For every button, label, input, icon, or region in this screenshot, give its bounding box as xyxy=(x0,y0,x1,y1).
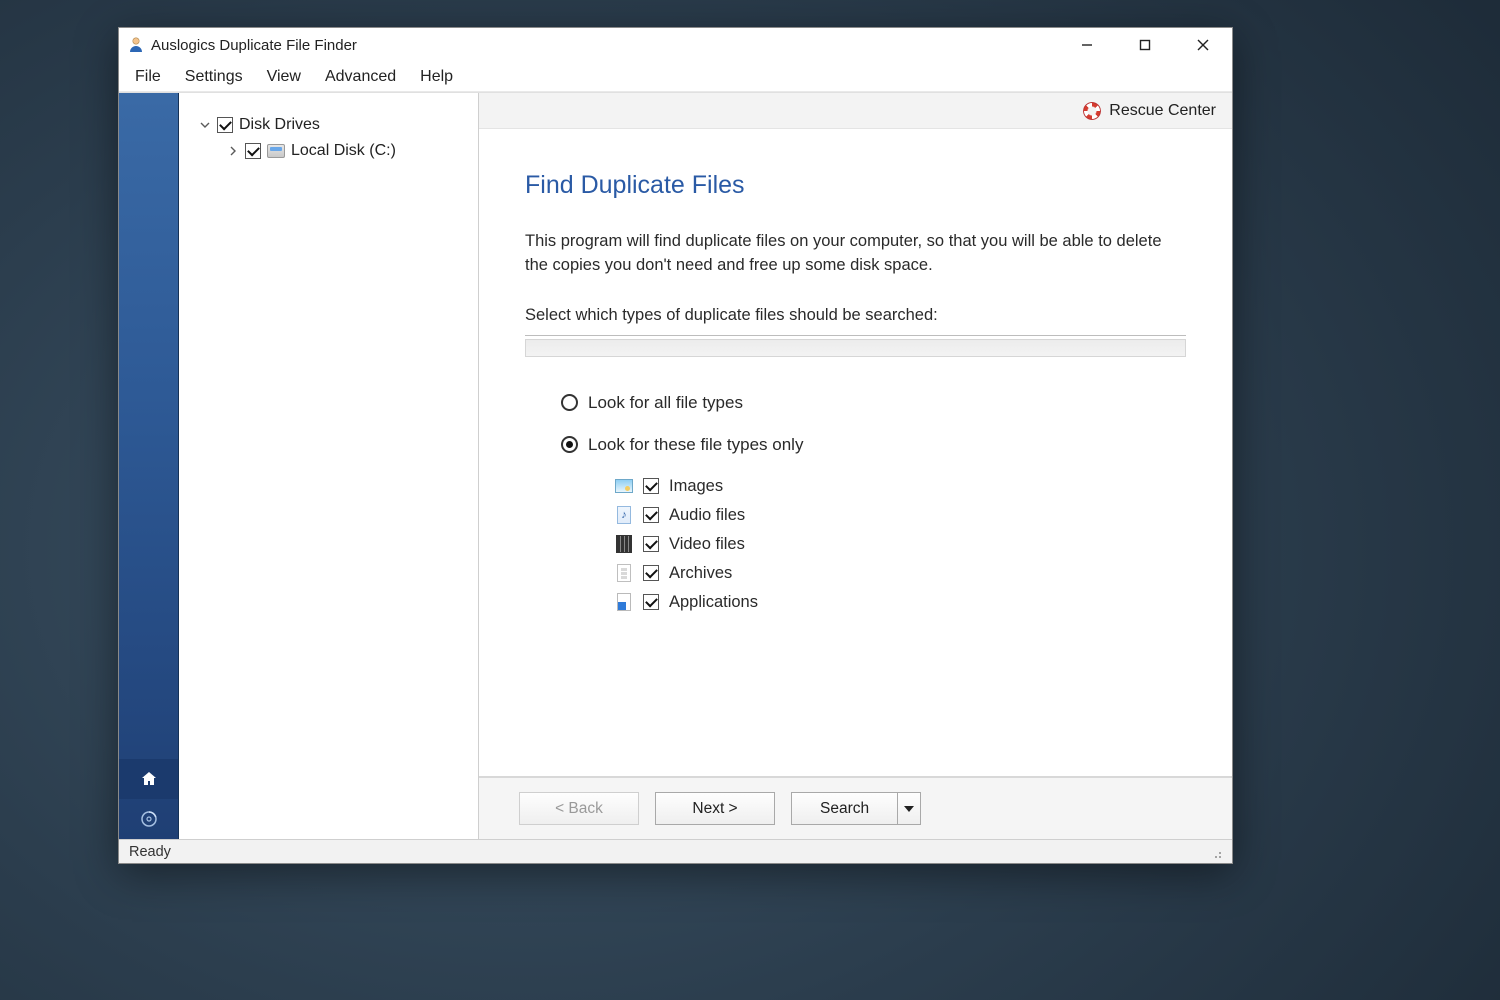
title-bar[interactable]: Auslogics Duplicate File Finder xyxy=(119,28,1232,62)
checkbox-video[interactable] xyxy=(643,536,659,552)
checkbox-archives[interactable] xyxy=(643,565,659,581)
application-icon xyxy=(615,593,633,611)
filetype-list: Images Audio files Video files xyxy=(561,477,1186,612)
minimize-button[interactable] xyxy=(1058,28,1116,62)
type-row-applications[interactable]: Applications xyxy=(615,593,1186,612)
folder-tree[interactable]: Disk Drives Local Disk (C:) xyxy=(179,93,479,839)
side-strip xyxy=(119,93,179,839)
menu-settings[interactable]: Settings xyxy=(173,66,255,88)
radio-all-label: Look for all file types xyxy=(588,393,743,413)
back-button: < Back xyxy=(519,792,639,825)
label-applications: Applications xyxy=(669,593,758,612)
menu-file[interactable]: File xyxy=(123,66,173,88)
content-area: Find Duplicate Files This program will f… xyxy=(479,129,1232,776)
main-panel: Rescue Center Find Duplicate Files This … xyxy=(479,93,1232,839)
search-dropdown[interactable] xyxy=(898,806,920,812)
client-area: Disk Drives Local Disk (C:) Rescue Cente… xyxy=(119,92,1232,839)
tree-child-label: Local Disk (C:) xyxy=(291,142,396,160)
radio-icon[interactable] xyxy=(561,436,578,453)
type-row-audio[interactable]: Audio files xyxy=(615,506,1186,525)
maximize-button[interactable] xyxy=(1116,28,1174,62)
disc-icon xyxy=(140,810,158,828)
radio-all-types[interactable]: Look for all file types xyxy=(561,393,1186,413)
tree-root[interactable]: Disk Drives xyxy=(199,113,470,137)
menu-view[interactable]: View xyxy=(255,66,313,88)
tree-child-local-c[interactable]: Local Disk (C:) xyxy=(227,139,470,163)
app-window: Auslogics Duplicate File Finder File Set… xyxy=(118,27,1233,864)
rescue-center-link[interactable]: Rescue Center xyxy=(1109,102,1216,120)
status-bar: Ready xyxy=(119,839,1232,863)
type-row-archives[interactable]: Archives xyxy=(615,564,1186,583)
type-row-images[interactable]: Images xyxy=(615,477,1186,496)
window-title: Auslogics Duplicate File Finder xyxy=(151,37,1058,54)
disc-button[interactable] xyxy=(119,799,178,839)
home-button[interactable] xyxy=(119,759,178,799)
tree-root-checkbox[interactable] xyxy=(217,117,233,133)
menu-advanced[interactable]: Advanced xyxy=(313,66,408,88)
home-icon xyxy=(139,769,159,789)
close-button[interactable] xyxy=(1174,28,1232,62)
rescue-bar: Rescue Center xyxy=(479,93,1232,129)
label-images: Images xyxy=(669,477,723,496)
tree-child-checkbox[interactable] xyxy=(245,143,261,159)
divider xyxy=(525,335,1186,336)
search-button[interactable]: Search xyxy=(791,792,921,825)
checkbox-applications[interactable] xyxy=(643,594,659,610)
drive-icon xyxy=(267,144,285,158)
label-audio: Audio files xyxy=(669,506,745,525)
page-heading: Find Duplicate Files xyxy=(525,171,1186,200)
archive-icon xyxy=(615,564,633,582)
type-row-video[interactable]: Video files xyxy=(615,535,1186,554)
radio-only-label: Look for these file types only xyxy=(588,435,803,455)
lifesaver-icon xyxy=(1083,102,1101,120)
resize-grip-icon[interactable] xyxy=(1208,845,1222,859)
radio-icon[interactable] xyxy=(561,394,578,411)
tree-root-label: Disk Drives xyxy=(239,116,320,134)
checkbox-audio[interactable] xyxy=(643,507,659,523)
search-button-label[interactable]: Search xyxy=(792,793,898,824)
expander-icon[interactable] xyxy=(227,145,239,157)
image-icon xyxy=(615,477,633,495)
chevron-down-icon xyxy=(904,806,914,812)
select-prompt: Select which types of duplicate files sh… xyxy=(525,306,1186,325)
label-archives: Archives xyxy=(669,564,732,583)
filetype-options: Look for all file types Look for these f… xyxy=(525,393,1186,612)
menu-help[interactable]: Help xyxy=(408,66,465,88)
inset-divider-bar xyxy=(525,339,1186,357)
checkbox-images[interactable] xyxy=(643,478,659,494)
intro-text: This program will find duplicate files o… xyxy=(525,230,1186,278)
next-button[interactable]: Next > xyxy=(655,792,775,825)
radio-selected-types[interactable]: Look for these file types only xyxy=(561,435,1186,455)
menu-bar: File Settings View Advanced Help xyxy=(119,62,1232,92)
expander-icon[interactable] xyxy=(199,119,211,131)
status-text: Ready xyxy=(129,844,171,860)
wizard-footer: < Back Next > Search xyxy=(479,776,1232,839)
label-video: Video files xyxy=(669,535,745,554)
video-icon xyxy=(615,535,633,553)
app-icon xyxy=(127,36,145,54)
audio-icon xyxy=(615,506,633,524)
